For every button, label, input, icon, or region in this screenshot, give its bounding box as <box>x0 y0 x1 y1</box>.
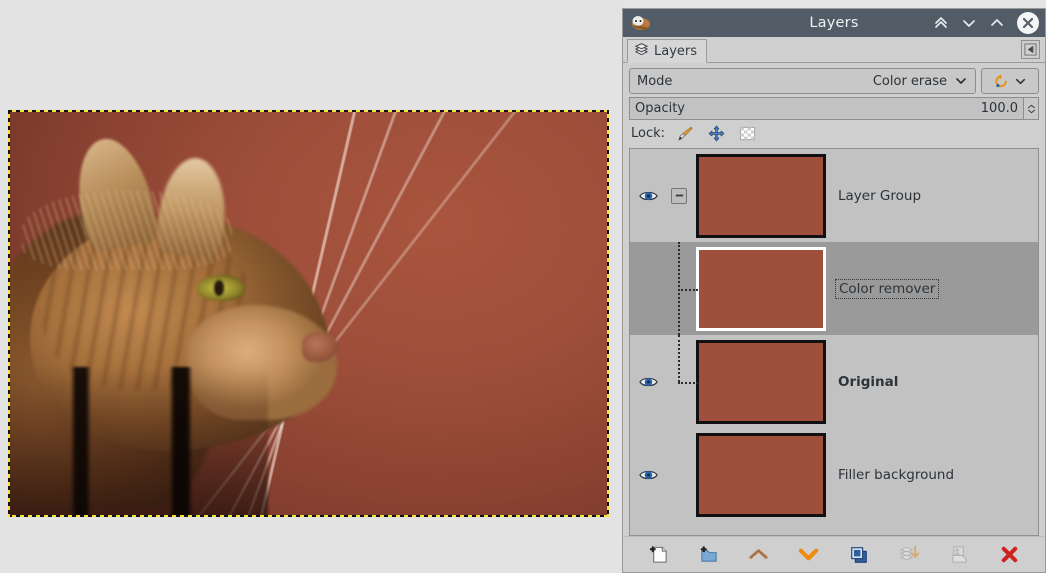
layer-tree-connector <box>662 242 698 335</box>
opacity-slider[interactable]: Opacity 100.0 <box>629 97 1039 120</box>
opacity-value: 100.0 <box>980 101 1018 116</box>
screen-root: Layers Layers Mode Color erase Opacity 1… <box>0 0 1046 573</box>
new-layer-group-button[interactable] <box>693 542 723 568</box>
layer-name[interactable]: Color remover <box>835 278 940 299</box>
new-layer-group-icon <box>700 546 717 562</box>
lock-alpha-button[interactable] <box>736 124 758 144</box>
cat-photo <box>8 110 609 517</box>
tab-menu-button[interactable] <box>1021 40 1040 59</box>
opacity-stepper[interactable] <box>1023 98 1038 119</box>
image-canvas[interactable] <box>8 110 609 517</box>
image-canvas-backdrop <box>0 0 622 573</box>
eye-icon <box>638 377 658 386</box>
mode-value: Color erase <box>872 73 947 89</box>
layer-name[interactable]: Layer Group <box>838 188 921 204</box>
gimp-wilber-icon <box>631 13 653 33</box>
layer-list[interactable]: Layer Group Color remover Original Fille… <box>629 148 1039 536</box>
eye-icon <box>638 191 658 200</box>
merge-down-button[interactable] <box>894 542 924 568</box>
stepper-down-icon[interactable] <box>1027 109 1036 114</box>
opacity-label: Opacity <box>635 101 686 116</box>
layer-tree-connector <box>662 335 698 428</box>
lock-label: Lock: <box>631 126 666 141</box>
mode-dropdown[interactable]: Mode Color erase <box>629 68 976 94</box>
layer-controls: Mode Color erase Opacity 100.0 Lock: <box>623 63 1045 146</box>
layers-toolbar <box>623 536 1045 572</box>
tab-layers[interactable]: Layers <box>627 39 708 63</box>
chevron-down-icon <box>1015 78 1026 84</box>
table-row[interactable]: Color remover <box>630 242 1038 335</box>
raise-layer-button[interactable] <box>744 542 774 568</box>
blend-space-dropdown[interactable] <box>981 68 1039 94</box>
layers-stack-icon <box>634 42 649 61</box>
chevron-down-icon <box>799 548 819 561</box>
layer-thumbnail[interactable] <box>696 432 826 517</box>
tab-menu-triangle-icon <box>1024 43 1037 56</box>
minimize-button[interactable] <box>959 14 978 33</box>
lock-pixels-button[interactable] <box>674 124 696 144</box>
cat-eye-pupil <box>214 280 224 296</box>
delete-layer-button[interactable] <box>995 542 1025 568</box>
collapse-all-button[interactable] <box>931 14 950 33</box>
layer-visibility-toggle[interactable] <box>634 468 662 482</box>
layer-thumbnail[interactable] <box>696 339 826 424</box>
dialog-tabrow: Layers <box>623 37 1045 63</box>
layers-dialog: Layers Layers Mode Color erase Opacity 1… <box>622 8 1046 573</box>
layer-tree-spacer <box>662 428 696 521</box>
dialog-titlebar[interactable]: Layers <box>623 9 1045 37</box>
table-row[interactable]: Filler background <box>630 428 1038 521</box>
tab-layers-label: Layers <box>654 43 698 59</box>
layer-thumbnail[interactable] <box>696 246 826 331</box>
merge-down-icon <box>899 545 920 561</box>
eye-icon <box>638 470 658 479</box>
collapse-minus-icon <box>671 187 687 204</box>
anchor-layer-button[interactable] <box>945 542 975 568</box>
duplicate-layer-button[interactable] <box>844 542 874 568</box>
layer-visibility-toggle[interactable] <box>634 375 662 389</box>
lock-position-button[interactable] <box>705 124 727 144</box>
layer-name[interactable]: Original <box>838 374 898 390</box>
chevron-down-icon <box>956 78 966 84</box>
foreground-dark-posts <box>8 367 268 517</box>
delete-x-icon <box>1002 546 1018 563</box>
lower-layer-button[interactable] <box>794 542 824 568</box>
mode-label: Mode <box>637 73 673 89</box>
cat-fur-highlight <box>22 190 232 270</box>
checkerboard-icon <box>739 126 755 141</box>
new-layer-button[interactable] <box>643 542 673 568</box>
paintbrush-icon <box>678 126 693 141</box>
table-row[interactable]: Layer Group <box>630 149 1038 242</box>
duplicate-layer-icon <box>851 546 867 563</box>
layer-group-expander[interactable] <box>662 149 696 242</box>
move-cross-icon <box>708 125 724 142</box>
close-button[interactable] <box>1017 12 1039 34</box>
mode-row: Mode Color erase <box>629 68 1039 94</box>
reset-revert-icon <box>995 73 1007 87</box>
layer-name[interactable]: Filler background <box>838 467 954 483</box>
maximize-button[interactable] <box>987 14 1006 33</box>
layer-visibility-toggle[interactable] <box>634 189 662 203</box>
chevron-up-icon <box>749 549 768 559</box>
anchor-layer-icon <box>952 546 967 563</box>
layer-thumbnail[interactable] <box>696 153 826 238</box>
table-row[interactable]: Original <box>630 335 1038 428</box>
lock-row: Lock: <box>629 120 1039 146</box>
new-layer-icon <box>649 546 667 563</box>
